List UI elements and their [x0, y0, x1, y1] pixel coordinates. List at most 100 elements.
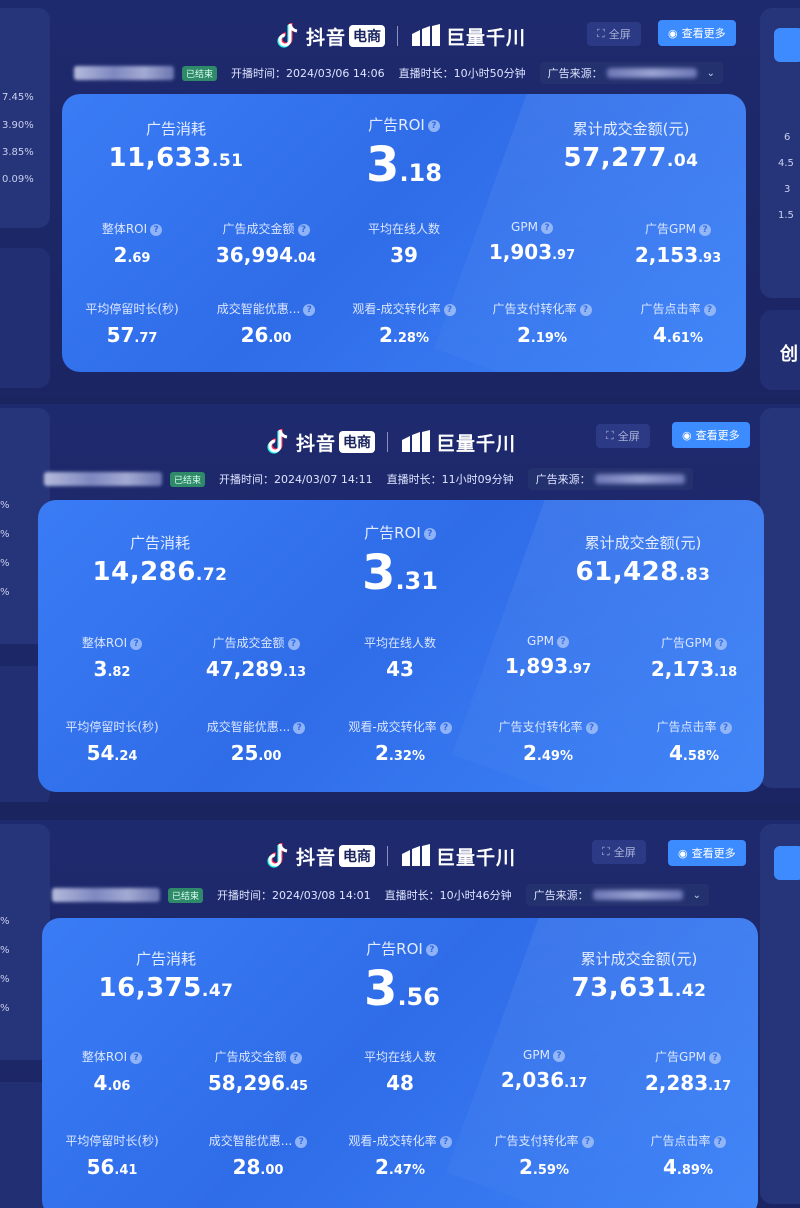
- view-more-button[interactable]: ◉ 查看更多: [672, 422, 750, 448]
- metric-deal-discount: 成交智能优惠...? 25.00: [186, 718, 326, 765]
- help-icon[interactable]: ?: [556, 635, 569, 648]
- metric-overall-roi: 整体ROI? 4.06: [42, 1048, 182, 1095]
- metric-ad-gpm: 广告GPM? 2,173.18: [650, 636, 738, 681]
- metrics-card: 广告消耗 14,286.72 广告ROI? 3.31 累计成交金额(元) 61,…: [38, 500, 764, 792]
- kpi-total-gmv: 累计成交金额(元) 57,277.04: [546, 118, 716, 173]
- redacted-room-name: [74, 66, 174, 80]
- fullscreen-button[interactable]: ⛶ 全屏: [587, 22, 641, 46]
- fullscreen-button[interactable]: ⛶ 全屏: [592, 840, 646, 864]
- divider: [387, 846, 389, 866]
- help-icon[interactable]: ?: [130, 1051, 143, 1064]
- kpi-ad-spend: 广告消耗 14,286.72: [70, 532, 250, 587]
- help-icon[interactable]: ?: [714, 637, 727, 650]
- help-icon[interactable]: ?: [708, 1051, 721, 1064]
- metric-ad-ctr: 广告点击率? 4.89%: [618, 1132, 758, 1179]
- metrics-card: 广告消耗 16,375.47 广告ROI? 3.56 累计成交金额(元) 73,…: [42, 918, 758, 1208]
- kpi-ad-roi: 广告ROI? 3.18: [334, 114, 474, 189]
- douyin-logo-icon: [277, 23, 298, 48]
- duration: 直播时长：11小时09分钟: [386, 473, 514, 486]
- metric-avg-online: 平均在线人数 43: [363, 636, 436, 681]
- help-icon[interactable]: ?: [540, 221, 553, 234]
- side-card-left-lower: [0, 248, 50, 388]
- duration: 直播时长：10小时50分钟: [398, 67, 526, 80]
- help-icon[interactable]: ?: [150, 223, 163, 236]
- help-icon[interactable]: ?: [719, 721, 732, 734]
- fullscreen-label: 全屏: [608, 28, 631, 41]
- metric-ad-gmv: 广告成交金额? 36,994.04: [215, 222, 317, 267]
- side-value: 3.90%: [2, 120, 34, 131]
- fullscreen-button[interactable]: ⛶ 全屏: [596, 424, 650, 448]
- help-icon[interactable]: ?: [297, 223, 310, 236]
- view-more-label: 查看更多: [695, 429, 740, 442]
- help-icon[interactable]: ?: [552, 1049, 565, 1062]
- help-icon[interactable]: ?: [439, 1135, 452, 1148]
- kpi-label: 广告消耗: [135, 950, 196, 968]
- metric-ad-gmv: 广告成交金额? 47,289.13: [205, 636, 307, 681]
- help-icon[interactable]: ?: [423, 527, 436, 540]
- help-icon[interactable]: ?: [289, 1051, 302, 1064]
- redacted-source: [592, 890, 683, 900]
- help-icon[interactable]: ?: [287, 637, 300, 650]
- qianchuan-logo-icon: [402, 844, 431, 866]
- qianchuan-brand: 巨量千川: [446, 26, 527, 49]
- divider: [387, 432, 389, 452]
- help-icon[interactable]: ?: [130, 637, 143, 650]
- side-card-left: 7.45% 3.90% 3.85% 0.09%: [0, 8, 50, 228]
- side-action-button[interactable]: [774, 28, 800, 62]
- start-time: 开播时间：2024/03/06 14:06: [231, 67, 385, 80]
- chevron-down-icon: ⌄: [692, 889, 702, 901]
- help-icon[interactable]: ?: [293, 721, 306, 734]
- view-more-label: 查看更多: [681, 27, 726, 40]
- side-axis-value: 6: [784, 132, 791, 143]
- qianchuan-logo-icon: [412, 24, 441, 46]
- help-icon[interactable]: ?: [579, 303, 592, 316]
- side-value: %: [0, 500, 10, 511]
- help-icon[interactable]: ?: [581, 1135, 594, 1148]
- duration: 直播时长：10小时46分钟: [384, 889, 512, 902]
- side-value: 0.09%: [2, 174, 34, 185]
- help-icon[interactable]: ?: [439, 721, 452, 734]
- help-icon[interactable]: ?: [427, 119, 440, 132]
- kpi-label: 广告消耗: [129, 534, 190, 552]
- side-card-right: 6 4.5 3 1.5: [760, 8, 800, 298]
- help-icon[interactable]: ?: [698, 223, 711, 236]
- ad-source-select[interactable]: 广告来源： ⌄: [539, 62, 724, 84]
- douyin-tag: 电商: [339, 431, 376, 453]
- kpi-ad-spend: 广告消耗 16,375.47: [76, 948, 256, 1003]
- side-axis-value: 3: [784, 184, 791, 195]
- metrics-card: 广告消耗 11,633.51 广告ROI? 3.18 累计成交金额(元) 57,…: [62, 94, 746, 372]
- view-more-button[interactable]: ◉ 查看更多: [658, 20, 736, 46]
- help-icon[interactable]: ?: [295, 1135, 308, 1148]
- metric-ad-pay-conv: 广告支付转化率? 2.59%: [474, 1132, 614, 1179]
- fullscreen-label: 全屏: [617, 430, 640, 443]
- metric-ad-ctr: 广告点击率? 4.61%: [608, 300, 746, 347]
- kpi-value: 61,428.83: [575, 557, 711, 587]
- metric-gpm: GPM? 1,903.97: [488, 220, 576, 264]
- metric-ad-gpm: 广告GPM? 2,283.17: [644, 1050, 732, 1095]
- help-icon[interactable]: ?: [425, 943, 438, 956]
- help-icon[interactable]: ?: [303, 303, 316, 316]
- kpi-value: 3.18: [366, 137, 442, 193]
- kpi-label: 累计成交金额(元): [572, 120, 690, 138]
- kpi-value: 3.31: [362, 545, 438, 601]
- side-action-button[interactable]: [774, 846, 800, 880]
- ad-source-select[interactable]: 广告来源： ⌄: [525, 884, 710, 906]
- help-icon[interactable]: ?: [713, 1135, 726, 1148]
- help-icon[interactable]: ?: [443, 303, 456, 316]
- fullscreen-icon: ⛶: [606, 429, 614, 442]
- brand-header: 抖音 电商 巨量千川: [276, 18, 526, 54]
- kpi-value: 11,633.51: [108, 143, 244, 173]
- douyin-brand: 抖音: [306, 26, 347, 49]
- metric-deal-discount: 成交智能优惠...? 26.00: [196, 300, 336, 347]
- ad-source-select[interactable]: 广告来源：: [527, 468, 693, 490]
- kpi-ad-spend: 广告消耗 11,633.51: [96, 118, 256, 173]
- help-icon[interactable]: ?: [703, 303, 716, 316]
- metric-ad-gpm: 广告GPM? 2,153.93: [634, 222, 722, 267]
- qianchuan-brand: 巨量千川: [436, 846, 517, 869]
- help-icon[interactable]: ?: [585, 721, 598, 734]
- kpi-label: 广告ROI?: [334, 114, 474, 135]
- douyin-logo-icon: [267, 429, 288, 454]
- view-more-button[interactable]: ◉ 查看更多: [668, 840, 746, 866]
- status-badge: 已结束: [170, 471, 206, 487]
- kpi-label: 广告ROI?: [332, 938, 472, 959]
